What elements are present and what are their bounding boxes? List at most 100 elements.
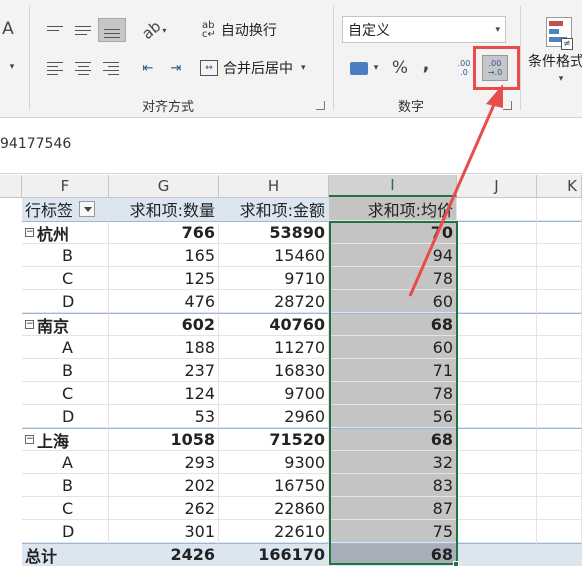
qty-header[interactable]: 求和项:数量 (109, 198, 219, 221)
row-label-cell[interactable]: A (22, 336, 109, 359)
row-label-cell[interactable]: D (22, 290, 109, 313)
avg-cell[interactable]: 32 (329, 451, 457, 474)
column-header-corner[interactable] (0, 175, 22, 197)
avg-cell[interactable]: 94 (329, 244, 457, 267)
amount-cell[interactable]: 22860 (219, 497, 329, 520)
empty-cell[interactable] (457, 428, 537, 451)
formula-bar[interactable]: 94177546 (0, 119, 582, 174)
merge-center-button[interactable]: ↔ 合并后居中 ▾ (200, 56, 324, 80)
empty-cell[interactable] (457, 520, 537, 543)
qty-cell[interactable]: 602 (109, 313, 219, 336)
column-header-f[interactable]: F (22, 175, 109, 197)
amount-cell[interactable]: 40760 (219, 313, 329, 336)
number-format-select[interactable]: 自定义 ▾ (342, 16, 506, 43)
empty-cell[interactable] (457, 198, 537, 221)
amount-cell[interactable]: 11270 (219, 336, 329, 359)
align-center-icon[interactable] (70, 56, 96, 80)
avg-cell[interactable]: 70 (329, 221, 457, 244)
qty-cell[interactable]: 188 (109, 336, 219, 359)
increase-indent-icon[interactable]: ⇥ (163, 56, 189, 80)
amount-cell[interactable]: 22610 (219, 520, 329, 543)
empty-cell[interactable] (457, 313, 537, 336)
empty-cell[interactable] (537, 497, 582, 520)
align-left-icon[interactable] (42, 56, 68, 80)
empty-cell[interactable] (537, 290, 582, 313)
row-label-cell[interactable]: A (22, 451, 109, 474)
amount-header[interactable]: 求和项:金额 (219, 198, 329, 221)
empty-cell[interactable] (537, 382, 582, 405)
qty-cell[interactable]: 125 (109, 267, 219, 290)
amount-cell[interactable]: 2960 (219, 405, 329, 428)
empty-cell[interactable] (457, 382, 537, 405)
empty-cell[interactable] (537, 221, 582, 244)
column-header-i[interactable]: I (329, 175, 457, 197)
empty-cell[interactable] (537, 451, 582, 474)
row-label-cell[interactable]: D (22, 405, 109, 428)
row-label-cell[interactable]: B (22, 244, 109, 267)
empty-cell[interactable] (457, 474, 537, 497)
dialog-launcher-icon[interactable] (503, 101, 512, 110)
column-header-h[interactable]: H (219, 175, 329, 197)
avg-cell[interactable]: 83 (329, 474, 457, 497)
avg-cell[interactable]: 78 (329, 267, 457, 290)
row-label-cell[interactable]: − 杭州 (22, 221, 109, 244)
column-header-j[interactable]: J (457, 175, 537, 197)
collapse-icon[interactable]: − (25, 435, 34, 444)
avg-cell[interactable]: 68 (329, 543, 457, 566)
amount-cell[interactable]: 53890 (219, 221, 329, 244)
qty-cell[interactable]: 2426 (109, 543, 219, 566)
amount-cell[interactable]: 9700 (219, 382, 329, 405)
empty-cell[interactable] (457, 359, 537, 382)
fill-handle[interactable] (453, 561, 459, 567)
orientation-icon[interactable]: ab ▾ (136, 17, 172, 43)
row-labels-header[interactable]: 行标签 (22, 198, 109, 221)
qty-cell[interactable]: 1058 (109, 428, 219, 451)
avg-cell[interactable]: 87 (329, 497, 457, 520)
avg-header[interactable]: 求和项:均价 (329, 198, 457, 221)
qty-cell[interactable]: 53 (109, 405, 219, 428)
empty-cell[interactable] (537, 520, 582, 543)
empty-cell[interactable] (457, 336, 537, 359)
amount-cell[interactable]: 71520 (219, 428, 329, 451)
avg-cell[interactable]: 71 (329, 359, 457, 382)
row-label-cell[interactable]: D (22, 520, 109, 543)
empty-cell[interactable] (457, 221, 537, 244)
avg-cell[interactable]: 60 (329, 336, 457, 359)
empty-cell[interactable] (457, 267, 537, 290)
row-label-cell[interactable]: − 上海 (22, 428, 109, 451)
row-label-cell[interactable]: C (22, 497, 109, 520)
qty-cell[interactable]: 766 (109, 221, 219, 244)
align-bottom-icon[interactable] (98, 18, 126, 42)
empty-cell[interactable] (537, 267, 582, 290)
empty-cell[interactable] (457, 290, 537, 313)
conditional-format-icon[interactable]: ≠ (542, 14, 576, 50)
qty-cell[interactable]: 124 (109, 382, 219, 405)
align-middle-icon[interactable] (70, 18, 96, 42)
avg-cell[interactable]: 60 (329, 290, 457, 313)
chevron-down-icon[interactable]: ▾ (555, 72, 567, 86)
row-label-cell[interactable]: B (22, 474, 109, 497)
wrap-text-button[interactable]: ab c↵ 自动换行 (202, 18, 294, 42)
align-top-icon[interactable] (42, 18, 68, 42)
qty-cell[interactable]: 165 (109, 244, 219, 267)
empty-cell[interactable] (457, 451, 537, 474)
empty-cell[interactable] (537, 198, 582, 221)
chevron-down-icon[interactable]: ▾ (6, 60, 18, 74)
empty-cell[interactable] (537, 474, 582, 497)
empty-cell[interactable] (537, 543, 582, 566)
empty-cell[interactable] (537, 313, 582, 336)
qty-cell[interactable]: 301 (109, 520, 219, 543)
amount-cell[interactable]: 16830 (219, 359, 329, 382)
accounting-format-button[interactable]: ▾ (344, 56, 384, 80)
empty-cell[interactable] (457, 405, 537, 428)
empty-cell[interactable] (537, 428, 582, 451)
column-header-k[interactable]: K (537, 175, 582, 197)
avg-cell[interactable]: 78 (329, 382, 457, 405)
comma-button[interactable]: , (416, 52, 436, 76)
empty-cell[interactable] (537, 359, 582, 382)
amount-cell[interactable]: 9300 (219, 451, 329, 474)
amount-cell[interactable]: 166170 (219, 543, 329, 566)
row-label-cell[interactable]: 总计 (22, 543, 109, 566)
row-label-cell[interactable]: − 南京 (22, 313, 109, 336)
empty-cell[interactable] (457, 543, 537, 566)
